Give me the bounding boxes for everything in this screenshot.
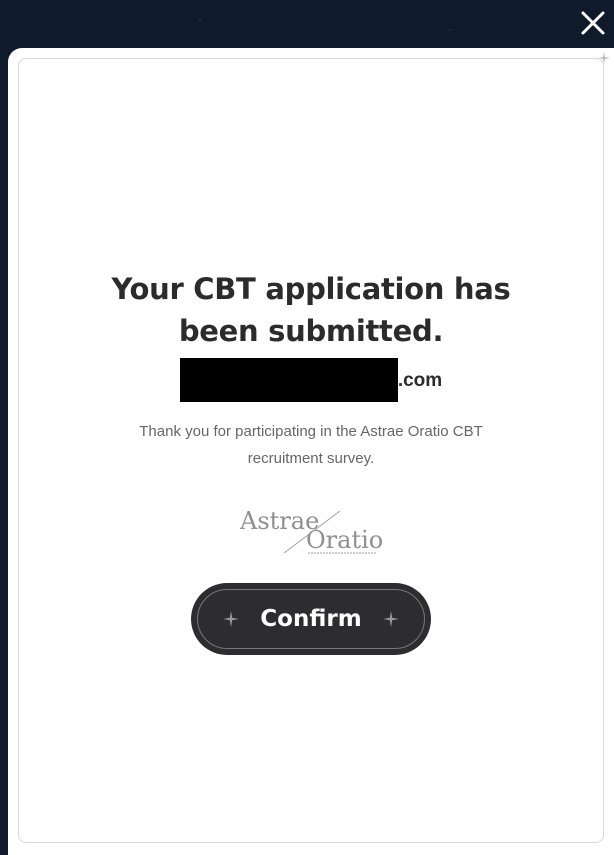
close-button[interactable] [578,8,608,38]
astrae-oratio-logo: Astrae Oratio [239,507,383,554]
email-suffix: .com [397,370,443,391]
dialog-title: Your CBT application has been submitted. [111,272,511,348]
sparkle-icon [223,611,239,627]
corner-sparkle-icon [598,52,610,64]
close-icon [581,11,605,35]
dialog-content: Your CBT application has been submitted.… [8,268,614,655]
thank-you-message: Thank you for participating in the Astra… [139,423,483,467]
submission-dialog: Your CBT application has been submitted.… [8,48,614,855]
redacted-email [179,358,398,402]
svg-text:Oratio: Oratio [306,526,383,554]
confirm-button[interactable]: Confirm [191,583,431,655]
sparkle-icon [383,611,399,627]
email-row: .com [179,358,443,402]
confirm-label: Confirm [260,606,362,632]
